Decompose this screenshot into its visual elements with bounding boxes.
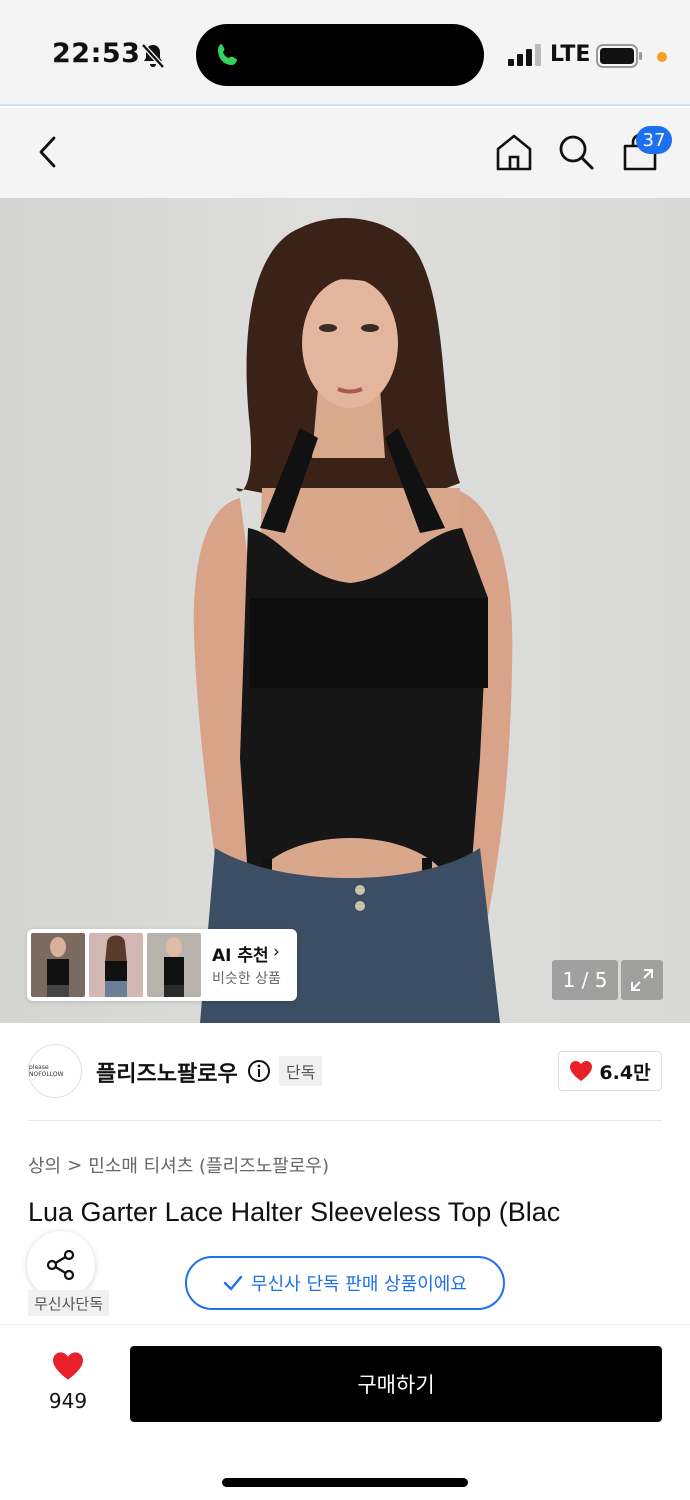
home-button[interactable] bbox=[492, 130, 536, 174]
breadcrumb-subcategory[interactable]: 민소매 티셔츠 (플리즈노팔로우) bbox=[88, 1152, 329, 1178]
share-icon bbox=[46, 1249, 75, 1281]
dynamic-island bbox=[196, 24, 484, 86]
phone-call-icon bbox=[218, 44, 237, 65]
brand-like-button[interactable]: 6.4만 bbox=[558, 1051, 662, 1091]
product-title: Lua Garter Lace Halter Sleeveless Top (B… bbox=[28, 1197, 561, 1227]
brand-logo[interactable]: please NOFOLLOW bbox=[28, 1044, 82, 1098]
brand-like-count: 6.4만 bbox=[599, 1061, 651, 1084]
chevron-right-icon: › bbox=[273, 942, 280, 962]
heart-filled-icon bbox=[53, 1352, 83, 1380]
privacy-indicator-dot bbox=[657, 52, 667, 62]
wishlist-button[interactable]: 949 bbox=[30, 1351, 106, 1413]
share-button[interactable] bbox=[27, 1231, 95, 1299]
wishlist-count: 949 bbox=[48, 1389, 88, 1413]
recommendation-thumbnail bbox=[31, 933, 85, 997]
battery-icon bbox=[596, 44, 642, 68]
breadcrumb: 상의 > 민소매 티셔츠 (플리즈노팔로우) bbox=[28, 1152, 329, 1178]
buy-button[interactable]: 구매하기 bbox=[130, 1346, 662, 1422]
exclusive-sale-notice-text: 무신사 단독 판매 상품이에요 bbox=[251, 1274, 467, 1295]
recommendation-thumbnail bbox=[89, 933, 143, 997]
status-time: 22:53 bbox=[52, 38, 141, 69]
ai-recommend-title: AI 추천 bbox=[212, 946, 269, 966]
bottom-action-bar: 949 구매하기 bbox=[0, 1324, 690, 1500]
search-icon bbox=[559, 135, 594, 170]
top-navigation bbox=[0, 108, 690, 198]
brand-name-link[interactable]: 플리즈노팔로우 bbox=[96, 1056, 238, 1088]
home-icon bbox=[496, 134, 532, 171]
expand-icon bbox=[631, 969, 653, 991]
exclusive-sale-notice: 무신사 단독 판매 상품이에요 bbox=[185, 1256, 505, 1310]
network-type: LTE bbox=[550, 42, 591, 67]
product-photo bbox=[193, 218, 513, 1023]
ai-recommend-subtitle: 비슷한 상품 bbox=[212, 971, 281, 987]
chevron-left-icon bbox=[39, 136, 56, 168]
image-page-counter: 1 / 5 bbox=[552, 960, 618, 1000]
cart-count-badge: 37 bbox=[636, 126, 672, 154]
product-image-gallery[interactable] bbox=[0, 198, 690, 1023]
musinsa-exclusive-tag: 무신사단독 bbox=[28, 1290, 110, 1316]
fullscreen-button[interactable] bbox=[621, 960, 663, 1000]
search-button[interactable] bbox=[554, 130, 598, 174]
back-button[interactable] bbox=[26, 130, 70, 174]
exclusive-badge: 단독 bbox=[279, 1056, 323, 1086]
status-bar: 22:53 LTE bbox=[0, 0, 690, 106]
recommendation-thumbnail bbox=[147, 933, 201, 997]
bell-muted-icon bbox=[141, 43, 165, 69]
cellular-signal-icon bbox=[508, 44, 541, 66]
info-icon[interactable] bbox=[247, 1059, 271, 1083]
ai-recommendation-card[interactable]: AI 추천 › 비슷한 상품 bbox=[27, 929, 297, 1001]
breadcrumb-separator: > bbox=[67, 1154, 83, 1176]
checkmark-icon bbox=[223, 1275, 243, 1291]
divider bbox=[28, 1120, 662, 1121]
heart-icon bbox=[570, 1061, 593, 1081]
brand-logo-text: please NOFOLLOW bbox=[29, 1064, 64, 1078]
home-indicator bbox=[222, 1478, 468, 1487]
breadcrumb-category[interactable]: 상의 bbox=[28, 1152, 61, 1178]
